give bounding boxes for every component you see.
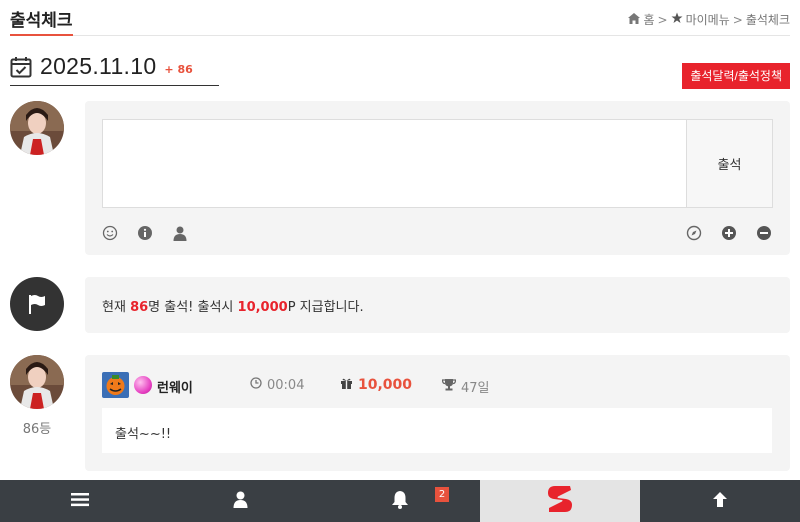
home-logo-button[interactable] xyxy=(480,480,640,522)
bottom-nav xyxy=(0,480,800,522)
home-icon[interactable] xyxy=(628,12,641,27)
level-icon xyxy=(102,372,129,398)
entry-message: 출석~~!! xyxy=(102,408,772,453)
nickname[interactable]: 런웨이 xyxy=(157,377,193,396)
notice-suffix: P 지급합니다. xyxy=(287,300,364,315)
bell-icon xyxy=(391,490,409,513)
breadcrumb-home[interactable]: 홈 xyxy=(643,11,654,28)
entry-days: 47일 xyxy=(441,377,490,396)
breadcrumb: 홈 > 마이메뉴 > 출석체크 xyxy=(628,11,790,28)
attendance-notice: 현재 86명 출석! 출석시 10,000P 지급합니다. xyxy=(85,277,790,333)
menu-button[interactable] xyxy=(0,480,160,522)
trophy-icon xyxy=(441,378,457,395)
user-icon xyxy=(233,491,248,512)
logo xyxy=(546,484,574,518)
ball-icon xyxy=(134,376,152,394)
entry-points: 10,000 xyxy=(340,377,412,393)
points-value: 10,000 xyxy=(358,377,413,393)
date-block: 2025.11.10 + 86 xyxy=(10,48,219,86)
days-value: 47일 xyxy=(461,381,490,396)
page-header: 출석체크 홈 > 마이메뉴 > 출석체크 xyxy=(10,0,790,36)
avatar xyxy=(10,355,64,409)
compass-icon[interactable] xyxy=(686,225,702,241)
entry-meta: 런웨이 00:04 10,000 47일 xyxy=(102,372,772,398)
clock-icon xyxy=(250,377,262,393)
notice-mid: 명 출석! 출석시 xyxy=(148,300,238,315)
notice-count: 86 xyxy=(130,300,149,315)
breadcrumb-current: 출석체크 xyxy=(745,13,790,27)
entry-time: 00:04 xyxy=(250,377,304,393)
avatar xyxy=(10,101,64,155)
attendance-entry: 런웨이 00:04 10,000 47일 출석~~!! xyxy=(85,355,790,471)
attendance-date: 2025.11.10 xyxy=(40,53,157,79)
page-title: 출석체크 xyxy=(10,6,73,36)
write-panel: 출석 xyxy=(85,101,790,255)
attendance-count: + 86 xyxy=(164,63,193,76)
time-value: 00:04 xyxy=(267,377,305,393)
arrow-up-icon xyxy=(712,491,728,512)
breadcrumb-separator: > xyxy=(732,12,743,27)
info-icon[interactable] xyxy=(137,225,153,241)
plus-circle-icon[interactable] xyxy=(721,225,737,241)
profile-button[interactable] xyxy=(160,480,320,522)
attendance-comment-input[interactable] xyxy=(102,119,687,208)
notification-button[interactable] xyxy=(320,480,480,522)
attendance-submit-button[interactable]: 출석 xyxy=(687,119,773,208)
star-icon xyxy=(671,12,683,27)
flag-icon xyxy=(10,277,64,331)
minus-circle-icon[interactable] xyxy=(756,225,772,241)
scroll-top-button[interactable] xyxy=(640,480,800,522)
breadcrumb-separator: > xyxy=(657,12,668,27)
breadcrumb-mymenu[interactable]: 마이메뉴 xyxy=(686,11,730,28)
user-icon[interactable] xyxy=(172,225,188,241)
menu-icon xyxy=(71,492,89,511)
calendar-policy-button[interactable]: 출석달력/출석정책 xyxy=(682,63,790,89)
gift-icon xyxy=(340,377,353,393)
notice-points: 10,000 xyxy=(237,300,288,315)
smile-icon[interactable] xyxy=(102,225,118,241)
notification-badge: 2 xyxy=(435,487,449,502)
notice-prefix: 현재 xyxy=(102,300,131,315)
calendar-check-icon xyxy=(10,56,32,78)
attendance-rank: 86등 xyxy=(22,422,52,437)
